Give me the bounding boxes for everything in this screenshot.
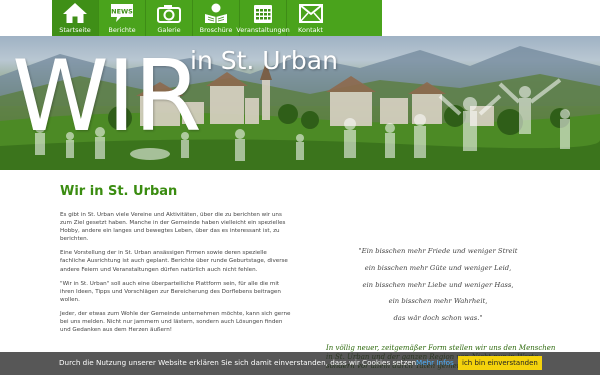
paragraph: Eine Vorstellung der in St. Urban ansäss… <box>60 250 288 273</box>
quote-line: ein bisschen mehr Liebe und weniger Hass… <box>362 280 514 289</box>
nav-label: Veranstaltungen <box>236 26 290 34</box>
paragraph: "Wir in St. Urban" soll auch eine überpa… <box>60 280 281 303</box>
paragraph: Jeder, der etwas zum Wohle der Gemeinde … <box>60 310 291 334</box>
cookie-text: Durch die Nutzung unserer Website erklär… <box>59 358 419 367</box>
nav-label: Galerie <box>157 26 181 34</box>
nav-label: Berichte <box>108 26 136 34</box>
banner-title: WIR <box>12 40 202 154</box>
cookie-accept-button[interactable]: ich bin einverstanden <box>458 356 542 370</box>
home-icon <box>52 0 99 26</box>
reader-icon <box>193 0 240 26</box>
banner-subtitle: in St. Urban <box>190 46 338 75</box>
quote-line: ein bisschen mehr Güte und weniger Leid, <box>364 263 512 272</box>
quote-line: das wär doch schon was." <box>393 314 483 323</box>
quote-block: "Ein bisschen mehr Friede und weniger St… <box>322 243 554 327</box>
header-banner: WIR in St. Urban <box>0 36 600 170</box>
nav-item-kontakt[interactable]: Kontakt <box>287 0 334 36</box>
camera-icon <box>146 0 193 26</box>
nav-item-galerie[interactable]: Galerie <box>146 0 193 36</box>
page-title: Wir in St. Urban <box>60 184 178 199</box>
article-text: Es gibt in St. Urban viele Vereine und A… <box>60 211 292 340</box>
calendar-icon <box>240 0 287 26</box>
nav-bar: Startseite NEWS Berichte Galerie Broschü… <box>52 0 382 36</box>
nav-label: Broschüre <box>199 26 233 34</box>
nav-item-startseite[interactable]: Startseite <box>52 0 99 36</box>
cookie-more-info-link[interactable]: Mehr Infos <box>416 358 454 367</box>
nav-item-veranstaltungen[interactable]: Veranstaltungen <box>236 0 290 36</box>
quote-line: "Ein bisschen mehr Friede und weniger St… <box>358 247 518 255</box>
nav-label: Startseite <box>59 26 91 34</box>
nav-item-berichte[interactable]: NEWS Berichte <box>99 0 146 36</box>
nav-label: Kontakt <box>298 26 323 34</box>
main-content: Wir in St. Urban Es gibt in St. Urban vi… <box>0 170 600 375</box>
mail-icon <box>287 0 334 26</box>
cookie-banner: Durch die Nutzung unserer Website erklär… <box>0 352 600 375</box>
quote-line: ein bisschen mehr Wahrheit, <box>388 297 488 306</box>
news-icon: NEWS <box>99 0 146 26</box>
paragraph: Es gibt in St. Urban viele Vereine und A… <box>60 212 286 243</box>
top-navigation: Startseite NEWS Berichte Galerie Broschü… <box>0 0 600 36</box>
nav-item-broschuere[interactable]: Broschüre <box>193 0 240 36</box>
news-badge: NEWS <box>111 8 133 16</box>
